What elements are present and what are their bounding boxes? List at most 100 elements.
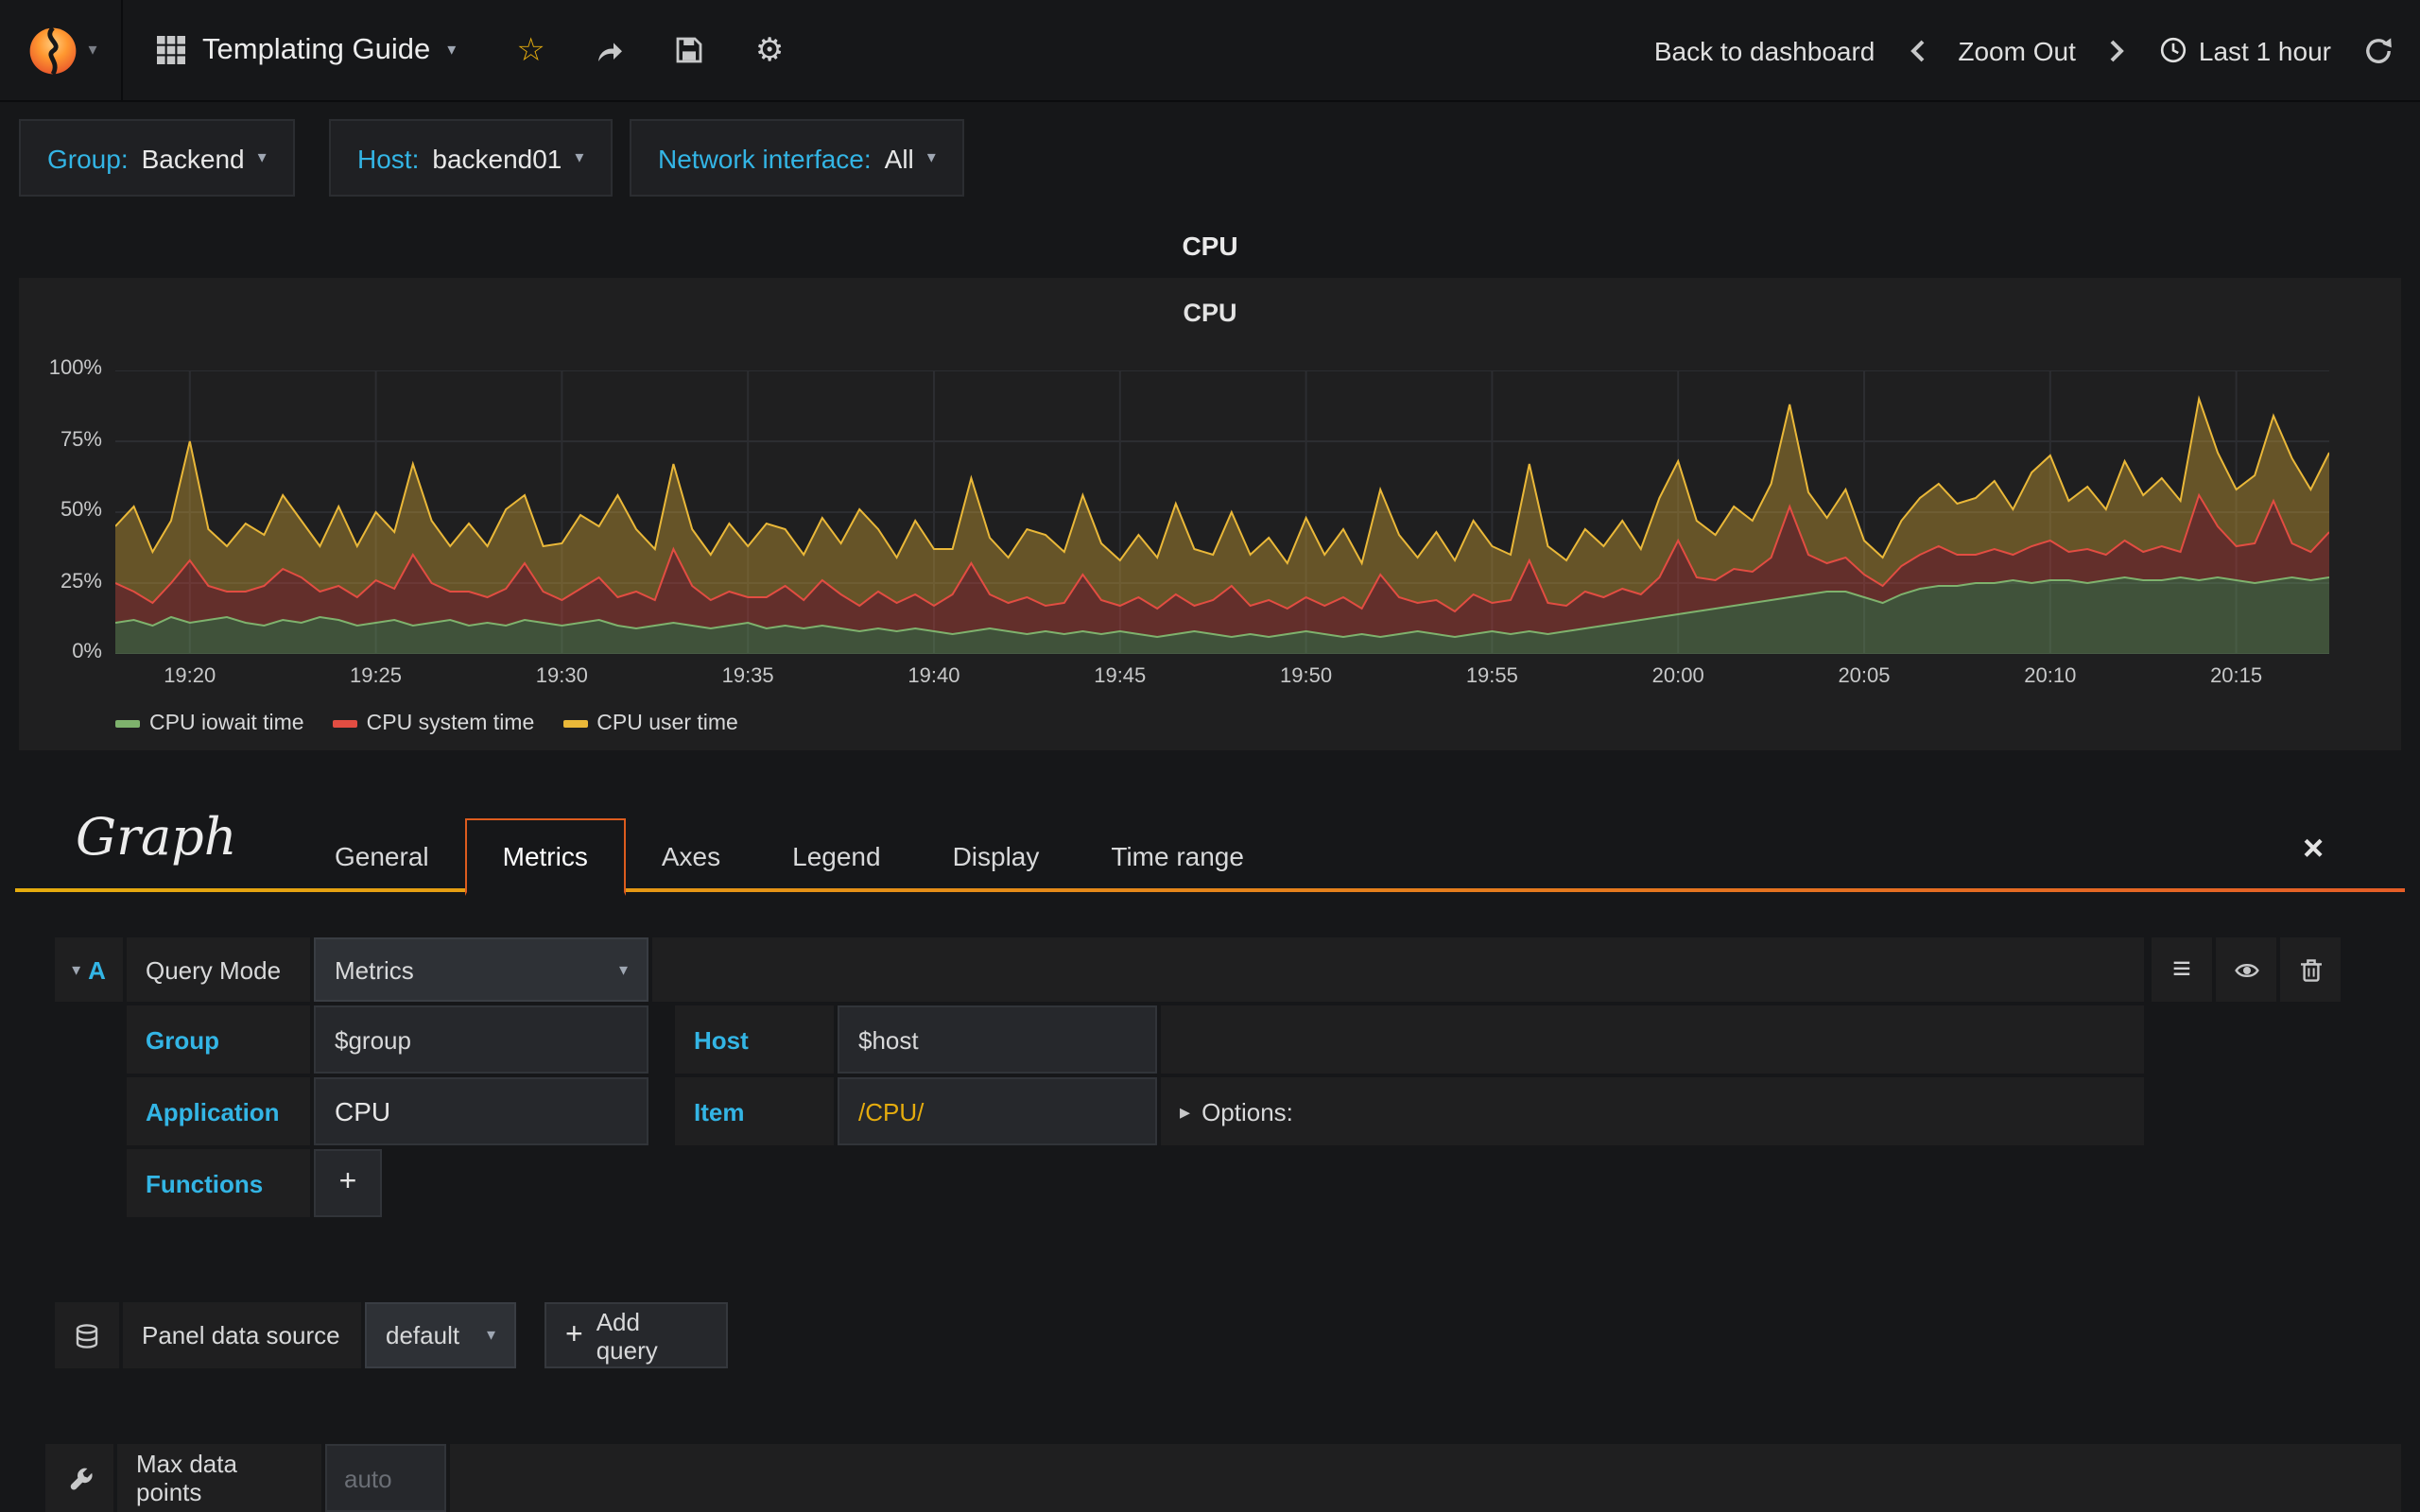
legend-series-name: CPU user time [596,713,738,735]
query-mode-value: Metrics [335,955,414,984]
query-menu-button[interactable]: ≡ [2152,937,2212,1002]
dashboard-title-button[interactable]: Templating Guide ▾ [123,0,497,100]
options-toggle[interactable]: ▸ Options: [1180,1097,1293,1125]
options-row: ▸ Options: [1161,1077,2144,1145]
panel-datasource-label: Panel data source [123,1302,361,1368]
y-axis-label: 0% [72,641,102,663]
group-label: Group [127,1005,310,1074]
legend-swatch-icon [332,720,357,728]
query-toggle-visibility-button[interactable] [2216,937,2276,1002]
eye-icon [2234,962,2258,977]
time-range-picker-button[interactable]: Last 1 hour [2159,35,2331,65]
tab-metrics[interactable]: Metrics [464,818,626,896]
query-mode-select[interactable]: Metrics ▾ [314,937,648,1002]
variable-label: Host: [357,143,420,173]
query-delete-button[interactable] [2280,937,2341,1002]
y-axis-label: 100% [48,357,102,380]
query-mode-label: Query Mode [127,937,310,1002]
x-axis-label: 19:50 [1280,665,1333,688]
star-icon: ☆ [516,32,545,68]
editor-tabs: General Metrics Axes Legend Display Time… [299,813,1280,896]
time-range-label: Last 1 hour [2198,35,2331,65]
settings-button[interactable]: ⚙ [755,34,785,66]
clock-icon [2160,37,2187,63]
x-axis-label: 19:55 [1465,665,1518,688]
grafana-page: ▾ Templating Guide ▾ ☆ ⚙ Back to dashboa… [0,0,2420,1512]
panel-title[interactable]: CPU [0,231,2420,261]
grafana-logo-button[interactable]: ▾ [0,0,123,100]
star-button[interactable]: ☆ [516,34,545,66]
tab-display[interactable]: Display [917,820,1076,892]
tab-general[interactable]: General [299,820,465,892]
y-axis-label: 75% [60,428,102,451]
refresh-button[interactable] [2363,35,2394,65]
x-axis-label: 20:10 [2024,665,2077,688]
chevron-down-icon: ▾ [926,147,936,166]
variable-value: All [884,143,914,173]
logo-caret-icon: ▾ [88,40,97,59]
close-icon: × [2303,830,2325,869]
cpu-graph-plot[interactable] [115,370,2329,654]
plus-icon: + [565,1318,583,1350]
add-function-button[interactable]: + [314,1149,382,1217]
functions-label: Functions [127,1149,310,1217]
caret-right-icon: ▸ [1180,1101,1191,1124]
legend-item[interactable]: CPU iowait time [115,713,304,735]
legend-swatch-icon [115,720,140,728]
trash-icon [2300,959,2321,982]
collapse-caret-icon: ▾ [72,959,81,978]
x-axis-label: 19:25 [349,665,403,688]
refresh-icon [2366,37,2392,62]
close-editor-button[interactable]: × [2303,832,2324,868]
legend-item[interactable]: CPU system time [332,713,535,735]
database-icon [76,1323,98,1348]
variable-dropdown-group[interactable]: Group: Backend ▾ [19,119,295,197]
variable-dropdown-host[interactable]: Host: backend01 ▾ [329,119,613,197]
legend-series-name: CPU system time [366,713,535,735]
wrench-icon [69,1467,92,1489]
tab-axes[interactable]: Axes [626,820,756,892]
host-input[interactable]: $host [838,1005,1157,1074]
x-axis-label: 19:40 [908,665,960,688]
group-input[interactable]: $group [314,1005,648,1074]
x-axis-label: 19:20 [164,665,216,688]
dashboard-title: Templating Guide [202,33,431,65]
shift-time-forward-button[interactable] [2108,37,2127,63]
item-input[interactable]: /CPU/ [838,1077,1157,1145]
chevron-down-icon: ▾ [486,1325,495,1344]
share-button[interactable] [596,37,625,63]
variable-label: Network interface: [658,143,872,173]
save-button[interactable] [676,36,704,64]
dashboard-caret-icon: ▾ [447,40,457,59]
query-collapse-toggle[interactable]: ▾ A [55,937,123,1002]
navbar: ▾ Templating Guide ▾ ☆ ⚙ Back to dashboa… [0,0,2420,102]
legend-swatch-icon [562,720,588,728]
dashboard-grid-icon [157,36,185,64]
chevron-left-icon [1910,39,1924,61]
item-label: Item [675,1077,834,1145]
datasource-icon-box [55,1302,119,1368]
legend-item[interactable]: CPU user time [562,713,738,735]
wrench-icon-box [45,1444,113,1512]
gear-icon: ⚙ [754,32,785,68]
zoom-out-button[interactable]: Zoom Out [1958,35,2076,65]
back-to-dashboard-link[interactable]: Back to dashboard [1654,35,1876,65]
variable-value: backend01 [432,143,562,173]
application-input[interactable]: CPU [314,1077,648,1145]
tab-legend[interactable]: Legend [756,820,916,892]
chevron-right-icon [2110,39,2124,61]
grafana-logo-icon [29,25,76,75]
shift-time-back-button[interactable] [1907,37,1926,63]
variable-value: Backend [141,143,245,173]
chevron-down-icon: ▾ [257,147,267,166]
max-data-points-input[interactable] [325,1444,446,1512]
add-query-button[interactable]: + Add query [544,1302,728,1368]
datasource-select[interactable]: default ▾ [365,1302,516,1368]
datasource-value: default [386,1321,460,1349]
application-label: Application [127,1077,310,1145]
x-axis-label: 19:35 [721,665,774,688]
variable-dropdown-network-interface[interactable]: Network interface: All ▾ [630,119,964,197]
navbar-actions: ☆ ⚙ [516,34,784,66]
tab-time-range[interactable]: Time range [1075,820,1280,892]
navbar-right: Back to dashboard Zoom Out Last 1 hour [1654,0,2394,100]
